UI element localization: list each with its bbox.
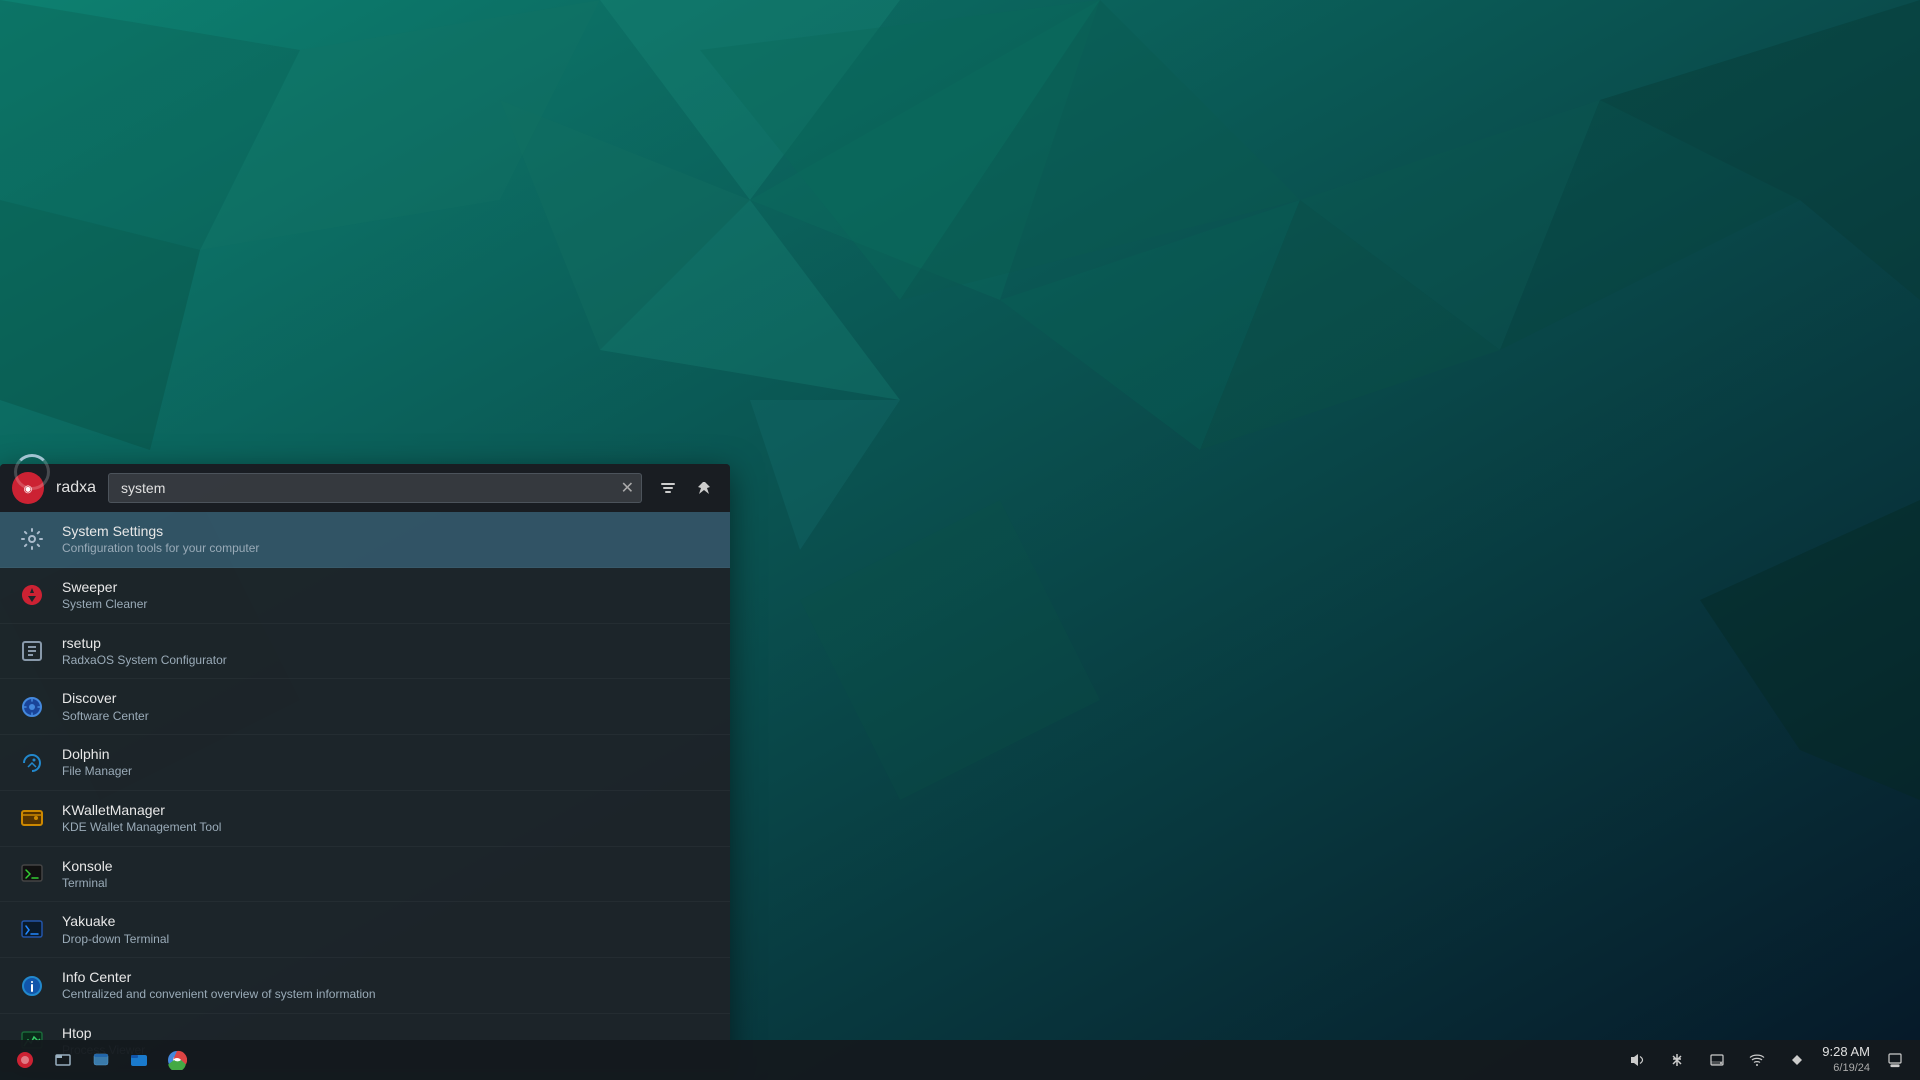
app-item-discover[interactable]: Discover Software Center xyxy=(0,679,730,735)
taskbar-menu-button[interactable] xyxy=(8,1043,42,1077)
search-container: ✕ xyxy=(108,473,642,503)
search-clear-button[interactable]: ✕ xyxy=(621,478,634,498)
app-name-yakuake: Yakuake xyxy=(62,912,714,930)
app-desc-konsole: Terminal xyxy=(62,876,714,892)
app-name-konsole: Konsole xyxy=(62,857,714,875)
app-desc-info-center: Centralized and convenient overview of s… xyxy=(62,987,714,1003)
app-item-kwallet[interactable]: KWalletManagerKDE Wallet Management Tool xyxy=(0,791,730,847)
network-icon[interactable] xyxy=(1740,1043,1774,1077)
app-info-system-settings: System SettingsConfiguration tools for y… xyxy=(62,522,714,557)
system-tray xyxy=(1620,1043,1814,1077)
app-desc-dolphin: File Manager xyxy=(62,764,714,780)
search-input[interactable] xyxy=(108,473,642,503)
app-icon-dolphin xyxy=(16,747,48,779)
show-desktop-button[interactable] xyxy=(1878,1043,1912,1077)
app-name-sweeper: Sweeper xyxy=(62,578,714,596)
clock-time: 9:28 AM xyxy=(1822,1044,1870,1061)
bluetooth-icon[interactable] xyxy=(1660,1043,1694,1077)
launcher-header: ◉ radxa ✕ xyxy=(0,464,730,512)
app-icon-system-settings xyxy=(16,523,48,555)
app-icon-info-center xyxy=(16,970,48,1002)
taskbar-files-button[interactable] xyxy=(46,1043,80,1077)
app-item-rsetup[interactable]: rsetupRadxaOS System Configurator xyxy=(0,624,730,680)
app-desc-sweeper: System Cleaner xyxy=(62,597,714,613)
pin-button[interactable] xyxy=(690,474,718,502)
loading-spinner xyxy=(14,454,50,490)
filter-button[interactable] xyxy=(654,474,682,502)
app-item-sweeper[interactable]: SweeperSystem Cleaner xyxy=(0,568,730,624)
drive-icon[interactable] xyxy=(1700,1043,1734,1077)
launcher-panel: ◉ radxa ✕ xyxy=(0,464,730,1072)
app-info-sweeper: SweeperSystem Cleaner xyxy=(62,578,714,613)
app-item-konsole[interactable]: KonsoleTerminal xyxy=(0,847,730,903)
taskbar-fileman-button[interactable] xyxy=(122,1043,156,1077)
clock[interactable]: 9:28 AM 6/19/24 xyxy=(1822,1044,1870,1075)
app-item-system-settings[interactable]: System SettingsConfiguration tools for y… xyxy=(0,512,730,568)
launcher-title: radxa xyxy=(56,479,96,497)
app-name-system-settings: System Settings xyxy=(62,522,714,540)
app-item-info-center[interactable]: Info CenterCentralized and convenient ov… xyxy=(0,958,730,1014)
clock-date: 6/19/24 xyxy=(1822,1061,1870,1075)
app-name-kwallet: KWalletManager xyxy=(62,801,714,819)
app-name-dolphin: Dolphin xyxy=(62,745,714,763)
app-name-info-center: Info Center xyxy=(62,968,714,986)
taskbar-browser-button[interactable] xyxy=(84,1043,118,1077)
app-name-rsetup: rsetup xyxy=(62,634,714,652)
app-info-rsetup: rsetupRadxaOS System Configurator xyxy=(62,634,714,669)
app-info-discover: Discover Software Center xyxy=(62,689,714,724)
app-info-dolphin: DolphinFile Manager xyxy=(62,745,714,780)
app-icon-konsole xyxy=(16,858,48,890)
app-desc-kwallet: KDE Wallet Management Tool xyxy=(62,820,714,836)
app-info-kwallet: KWalletManagerKDE Wallet Management Tool xyxy=(62,801,714,836)
app-name-discover: Discover xyxy=(62,689,714,707)
app-icon-yakuake xyxy=(16,914,48,946)
app-item-yakuake[interactable]: Yakuake Drop-down Terminal xyxy=(0,902,730,958)
expand-icon[interactable] xyxy=(1780,1043,1814,1077)
app-icon-sweeper xyxy=(16,579,48,611)
app-desc-rsetup: RadxaOS System Configurator xyxy=(62,653,714,669)
app-desc-discover: Software Center xyxy=(62,709,714,725)
app-item-dolphin[interactable]: DolphinFile Manager xyxy=(0,735,730,791)
app-icon-discover xyxy=(16,691,48,723)
app-icon-kwallet xyxy=(16,802,48,834)
header-icons xyxy=(654,474,718,502)
volume-icon[interactable] xyxy=(1620,1043,1654,1077)
taskbar: 9:28 AM 6/19/24 xyxy=(0,1040,1920,1080)
app-list: System SettingsConfiguration tools for y… xyxy=(0,512,730,1072)
taskbar-right: 9:28 AM 6/19/24 xyxy=(1620,1043,1912,1077)
app-desc-system-settings: Configuration tools for your computer xyxy=(62,541,714,557)
taskbar-chromium-button[interactable] xyxy=(160,1043,194,1077)
app-info-info-center: Info CenterCentralized and convenient ov… xyxy=(62,968,714,1003)
app-icon-rsetup xyxy=(16,635,48,667)
app-desc-yakuake: Drop-down Terminal xyxy=(62,932,714,948)
app-info-yakuake: Yakuake Drop-down Terminal xyxy=(62,912,714,947)
app-info-konsole: KonsoleTerminal xyxy=(62,857,714,892)
